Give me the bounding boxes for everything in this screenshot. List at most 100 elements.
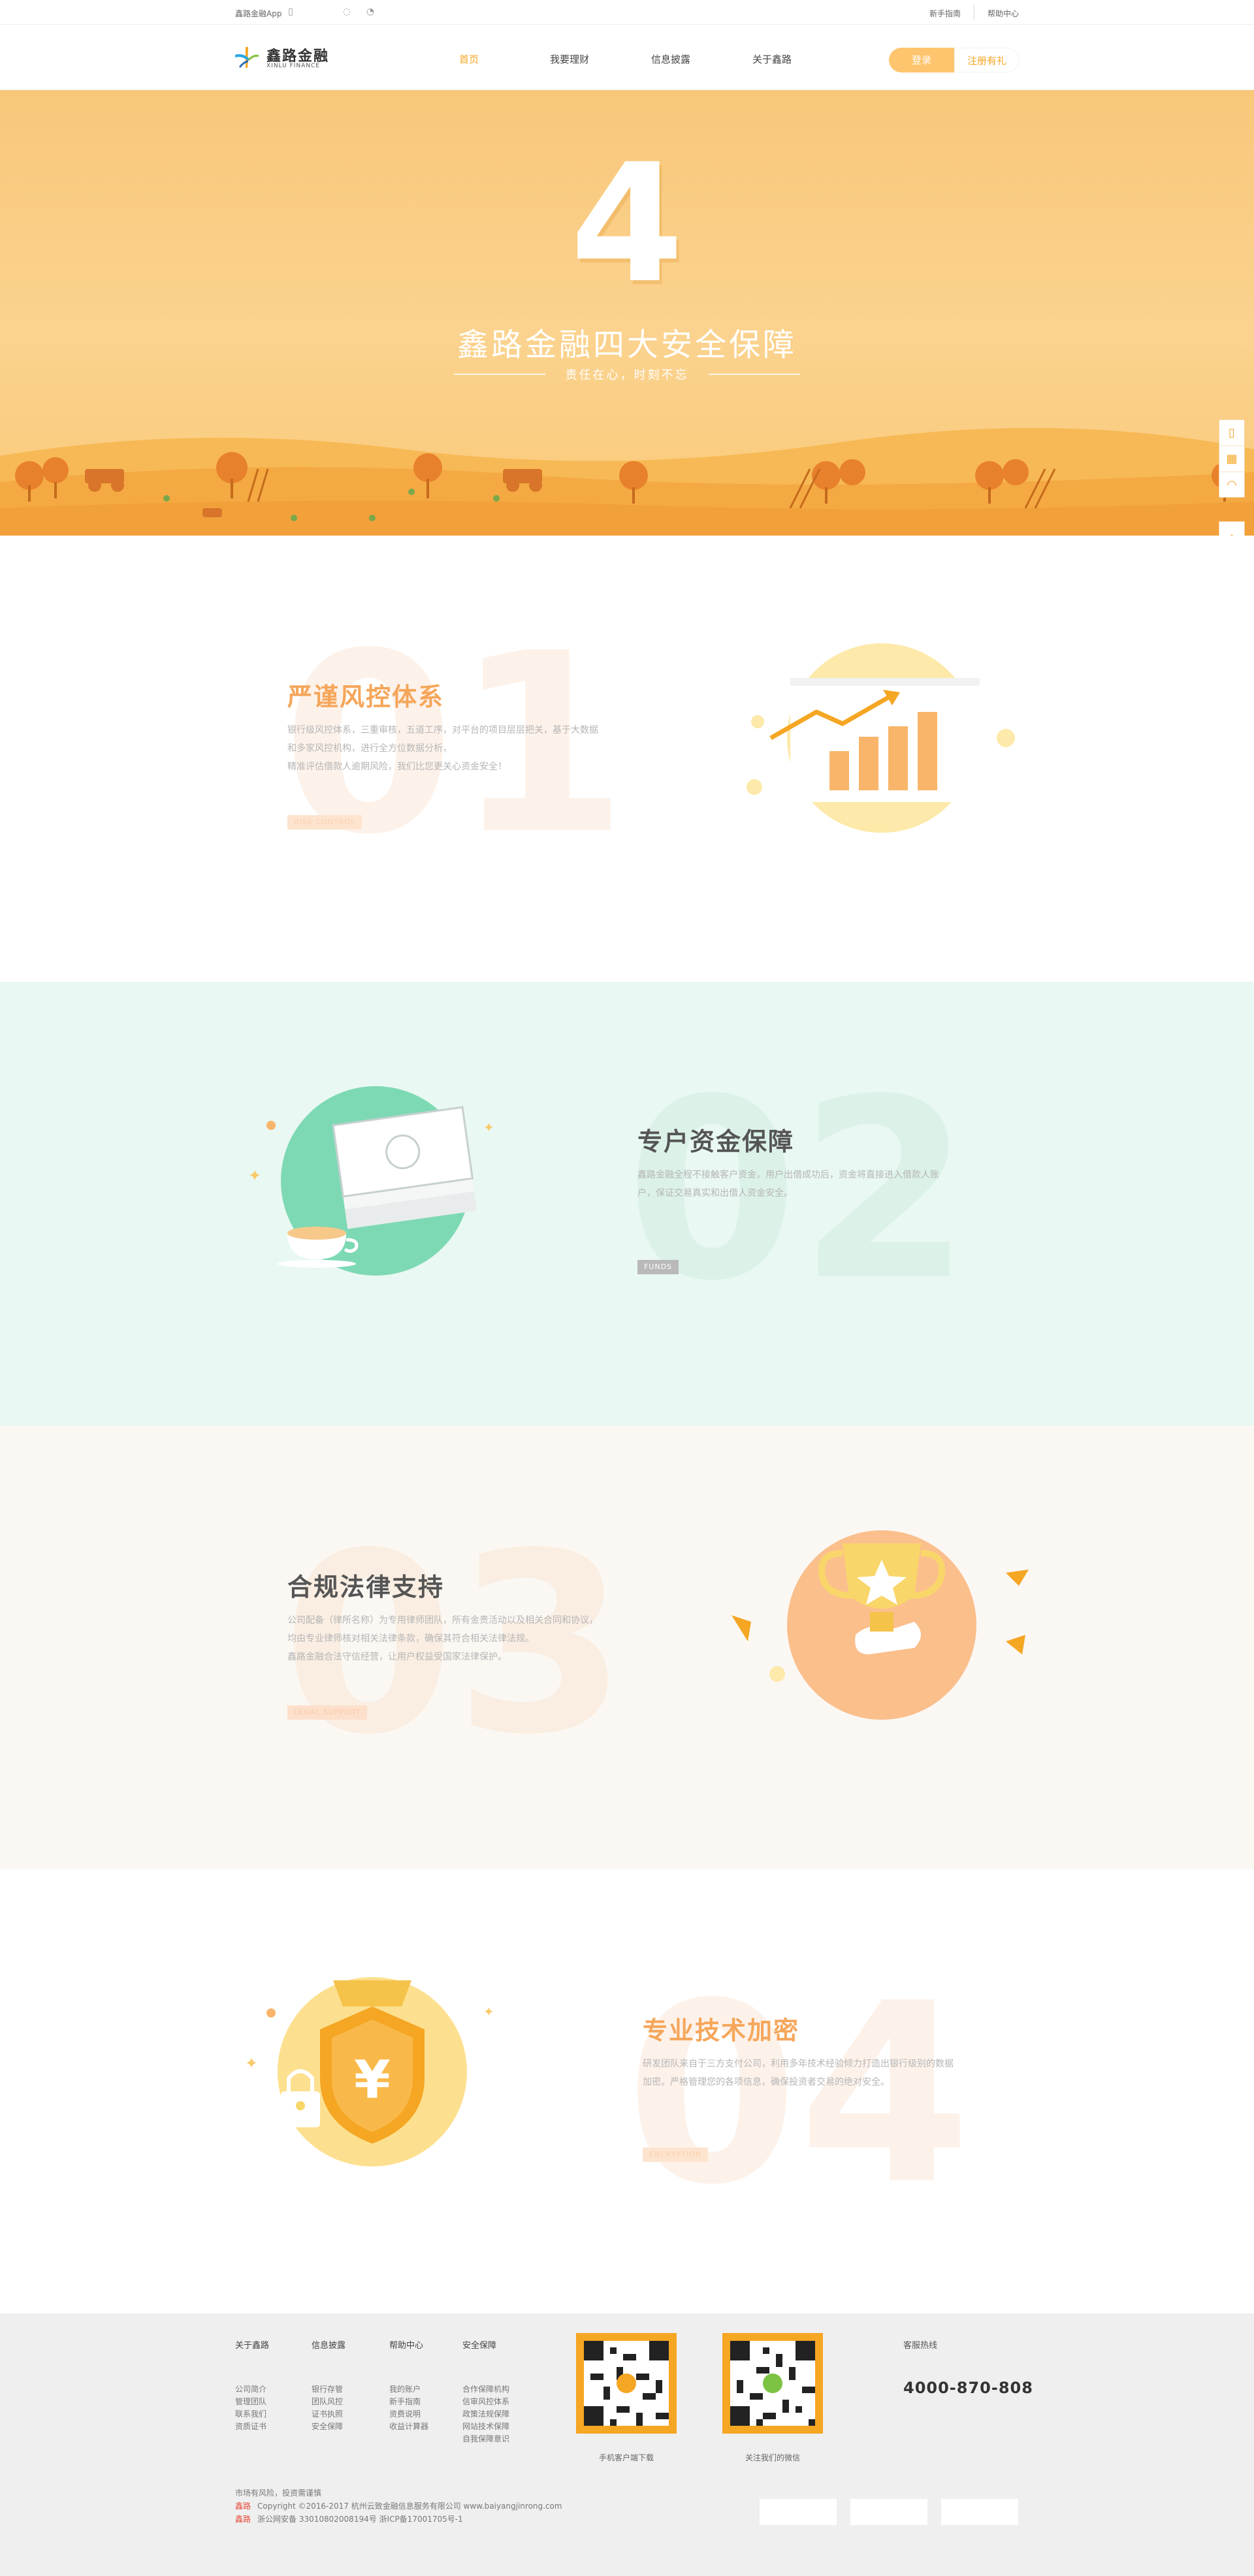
footer-link[interactable]: 团队风控 bbox=[312, 2396, 346, 2408]
desc-line: 和多家风控机构，进行全方位数据分析， bbox=[287, 743, 452, 754]
section-description: 研发团队来自于三方支付公司，利用多年技术经验倾力打造出银行级别的数据 加密。严格… bbox=[643, 2055, 1035, 2091]
footer-link[interactable]: 银行存管 bbox=[312, 2383, 346, 2396]
trust-badge[interactable] bbox=[941, 2499, 1018, 2525]
help-link[interactable]: 帮助中心 bbox=[988, 9, 1019, 18]
footer-link[interactable]: 管理团队 bbox=[235, 2396, 269, 2408]
side-float-bar: ▯ ▦ ◠ bbox=[1219, 419, 1245, 498]
guide-link[interactable]: 新手指南 bbox=[929, 9, 961, 18]
section-title: 严谨风控体系 bbox=[287, 683, 445, 711]
page: 鑫路金融App ▯ ◌ ◔ 新手指南 帮助中心 鑫路金融 XINLU FINANC… bbox=[0, 0, 1254, 2576]
footer-link[interactable]: 公司简介 bbox=[235, 2383, 269, 2396]
footer-heading: 安全保障 bbox=[462, 2341, 497, 2351]
desc-line: 银行级风控体系，三重审核，五道工序，对平台的项目层层把关，基于大数据 bbox=[287, 725, 598, 735]
footer-col-security: 安全保障 合作保障机构 信审风控体系 政策法规保障 网站技术保障 自我保障意识 bbox=[462, 2338, 509, 2445]
top-links: 新手指南 帮助中心 bbox=[916, 4, 1019, 20]
section-tag: LEGAL SUPPORT bbox=[287, 1705, 368, 1720]
section-title: 合规法律支持 bbox=[287, 1573, 445, 1602]
desc-line: 鑫路金融全程不接触客户资金，用户出借成功后，资金将直接进入借款人账 bbox=[637, 1170, 939, 1180]
desc-line: 鑫路金融合法守信经营，让用户权益受国家法律保护。 bbox=[287, 1652, 507, 1662]
footer-link[interactable]: 证书执照 bbox=[312, 2408, 346, 2421]
footer-link[interactable]: 网站技术保障 bbox=[462, 2421, 509, 2433]
section-tag: RISK CONTROL bbox=[287, 815, 362, 829]
footer-link[interactable]: 资质证书 bbox=[235, 2421, 269, 2433]
footer-col-disclosure: 信息披露 银行存管 团队风控 证书执照 安全保障 bbox=[312, 2338, 346, 2433]
farm-scene-illustration bbox=[0, 428, 1254, 536]
icp-record: 鑫路 浙公网安备 33010802008194号 浙ICP备17001705号-1 bbox=[235, 2513, 463, 2524]
qr-app-label: 手机客户端下载 bbox=[598, 2453, 654, 2462]
section-tag: FUNDS bbox=[637, 1260, 679, 1274]
headset-icon[interactable]: ◠ bbox=[1219, 472, 1244, 498]
section-funds: 02 专户资金保障 鑫路金融全程不接触客户资金，用户出借成功后，资金将直接进入借… bbox=[0, 982, 1254, 1426]
footer-link[interactable]: 资费说明 bbox=[389, 2408, 428, 2421]
section-title: 专户资金保障 bbox=[637, 1127, 795, 1156]
nav-home[interactable]: 首页 bbox=[459, 52, 479, 66]
icp-prefix: 鑫路 bbox=[235, 2515, 251, 2524]
qr-wechat-label: 关注我们的微信 bbox=[745, 2453, 800, 2462]
footer-link[interactable]: 联系我们 bbox=[235, 2408, 269, 2421]
footer-link[interactable]: 自我保障意识 bbox=[462, 2433, 509, 2445]
section-tag: ENCRYPTION bbox=[643, 2148, 709, 2162]
footer-link[interactable]: 合作保障机构 bbox=[462, 2383, 509, 2396]
top-bar: 鑫路金融App ▯ ◌ ◔ 新手指南 帮助中心 bbox=[0, 0, 1254, 25]
money-stack-illustration: ✦ ✦ bbox=[248, 1086, 494, 1276]
qr-code-icon bbox=[730, 2341, 815, 2426]
desc-line: 研发团队来自于三方支付公司，利用多年技术经验倾力打造出银行级别的数据 bbox=[643, 2059, 954, 2069]
shield-lock-illustration: ¥ ✦ ✦ bbox=[245, 1977, 494, 2166]
section-risk-control: 01 严谨风控体系 银行级风控体系，三重审核，五道工序，对平台的项目层层把关，基… bbox=[0, 536, 1254, 980]
footer: 关于鑫路 公司简介 管理团队 联系我们 资质证书 信息披露 银行存管 团队风控 … bbox=[0, 2313, 1254, 2576]
header: 鑫路金融 XINLU FINANCE 首页 我要理财 信息披露 关于鑫路 登录 … bbox=[0, 25, 1254, 90]
nav-disclosure[interactable]: 信息披露 bbox=[651, 52, 690, 66]
hero-line-right bbox=[709, 374, 800, 375]
desc-line: 精准评估借款人逾期风险，我们比您更关心资金安全！ bbox=[287, 762, 507, 772]
qr-code-app bbox=[576, 2333, 677, 2434]
section-title: 专业技术加密 bbox=[643, 2016, 800, 2045]
footer-link[interactable]: 政策法规保障 bbox=[462, 2408, 509, 2421]
hero-banner: 4 鑫路金融四大安全保障 责任在心，时刻不忘 bbox=[0, 90, 1254, 536]
footer-link[interactable]: 信审风控体系 bbox=[462, 2396, 509, 2408]
calculator-icon[interactable]: ▦ bbox=[1219, 446, 1244, 472]
nav-about[interactable]: 关于鑫路 bbox=[752, 52, 792, 66]
weibo-icon[interactable]: ◔ bbox=[364, 6, 376, 18]
icp-text: 浙公网安备 33010802008194号 浙ICP备17001705号-1 bbox=[257, 2515, 463, 2524]
footer-heading: 关于鑫路 bbox=[235, 2341, 270, 2351]
logo-mark-icon bbox=[235, 47, 259, 68]
hotline-number: 4000-870-808 bbox=[903, 2379, 1033, 2397]
svg-text:✦: ✦ bbox=[483, 2004, 494, 2020]
mobile-icon[interactable]: ▯ bbox=[1219, 420, 1244, 446]
qr-code-icon bbox=[584, 2341, 669, 2426]
footer-heading: 信息披露 bbox=[312, 2341, 346, 2351]
section-description: 鑫路金融全程不接触客户资金，用户出借成功后，资金将直接进入借款人账 户，保证交易… bbox=[637, 1166, 1029, 1202]
section-description: 银行级风控体系，三重审核，五道工序，对平台的项目层层把关，基于大数据 和多家风控… bbox=[287, 721, 679, 776]
trust-badge[interactable] bbox=[760, 2499, 837, 2525]
footer-link[interactable]: 安全保障 bbox=[312, 2421, 346, 2433]
copyright: 鑫路 Copyright ©2016-2017 杭州云致金融信息服务有限公司 ww… bbox=[235, 2500, 562, 2511]
footer-col-help: 帮助中心 我的账户 新手指南 资费说明 收益计算器 bbox=[389, 2338, 428, 2433]
growth-chart-illustration bbox=[747, 643, 1015, 833]
hero-number: 4 bbox=[570, 129, 684, 319]
copyright-text: Copyright ©2016-2017 杭州云致金融信息服务有限公司 www.… bbox=[257, 2502, 562, 2511]
app-download-link[interactable]: 鑫路金融App bbox=[235, 8, 281, 19]
footer-link[interactable]: 我的账户 bbox=[389, 2383, 428, 2396]
hotline-heading: 客服热线 bbox=[903, 2341, 938, 2351]
section-description: 公司配备（律所名称）为专用律师团队，所有金责活动以及相关合同和协议， 均由专业律… bbox=[287, 1611, 679, 1666]
desc-line: 加密。严格管理您的各项信息，确保投资者交易的绝对安全。 bbox=[643, 2077, 890, 2087]
desc-line: 公司配备（律所名称）为专用律师团队，所有金责活动以及相关合同和协议， bbox=[287, 1615, 598, 1626]
desc-line: 均由专业律师核对相关法律条款，确保其符合相关法律法规。 bbox=[287, 1634, 534, 1644]
svg-text:✦: ✦ bbox=[245, 2054, 258, 2072]
qr-code-wechat bbox=[722, 2333, 823, 2434]
section-encryption: 04 专业技术加密 研发团队来自于三方支付公司，利用多年技术经验倾力打造出银行级… bbox=[0, 1869, 1254, 2313]
logo-subtitle: XINLU FINANCE bbox=[266, 63, 320, 69]
nav-invest[interactable]: 我要理财 bbox=[550, 52, 589, 66]
svg-text:✦: ✦ bbox=[248, 1167, 261, 1185]
login-button[interactable]: 登录 bbox=[889, 48, 954, 72]
footer-link[interactable]: 收益计算器 bbox=[389, 2421, 428, 2433]
logo[interactable]: 鑫路金融 XINLU FINANCE bbox=[234, 43, 345, 72]
trust-badge[interactable] bbox=[850, 2499, 927, 2525]
register-button[interactable]: 注册有礼 bbox=[954, 48, 1020, 72]
footer-heading: 帮助中心 bbox=[389, 2341, 424, 2351]
wechat-icon[interactable]: ◌ bbox=[341, 6, 353, 18]
footer-col-about: 关于鑫路 公司简介 管理团队 联系我们 资质证书 bbox=[235, 2338, 269, 2433]
footer-link[interactable]: 新手指南 bbox=[389, 2396, 428, 2408]
hero-title: 鑫路金融四大安全保障 bbox=[457, 327, 797, 363]
phone-icon[interactable]: ▯ bbox=[285, 6, 297, 18]
